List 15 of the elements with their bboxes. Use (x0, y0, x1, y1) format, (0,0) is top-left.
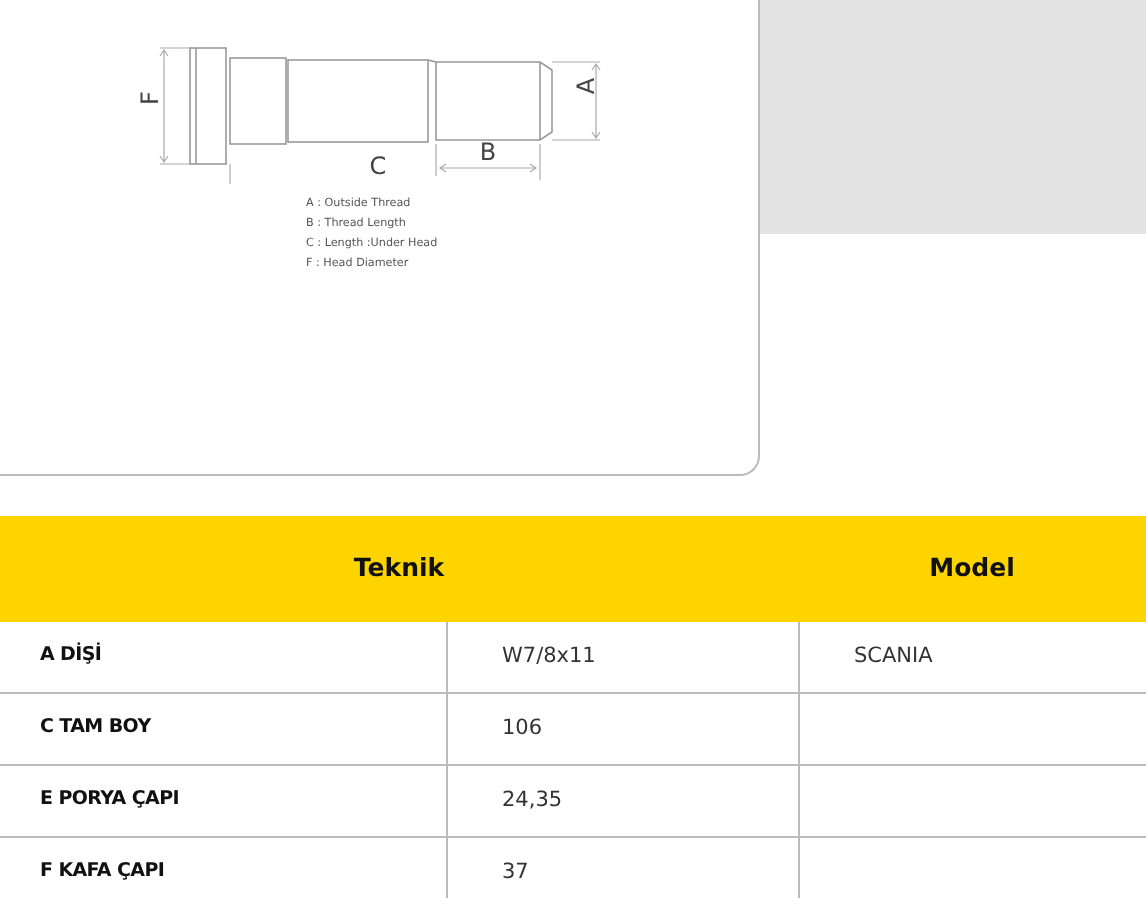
table-cell: C TAM BOY (0, 694, 446, 766)
table-cell: E PORYA ÇAPI (0, 766, 446, 838)
dimension-label: F (136, 91, 164, 105)
table-cell: F KAFA ÇAPI (0, 838, 446, 898)
header-cell: Teknik (0, 516, 798, 622)
dimension-label: C (369, 152, 387, 180)
header-cell: Model (798, 516, 1146, 622)
dimension-label: B (479, 138, 497, 166)
table-cell: 24,35 (446, 766, 798, 838)
table-cell: 106 (446, 694, 798, 766)
table-cell: SCANIA (798, 622, 1146, 694)
table-cell: A DİŞİ (0, 622, 446, 694)
dimension-label: A (572, 77, 600, 95)
table-cell: 37 (446, 838, 798, 898)
table-cell: W7/8x11 (446, 622, 798, 694)
